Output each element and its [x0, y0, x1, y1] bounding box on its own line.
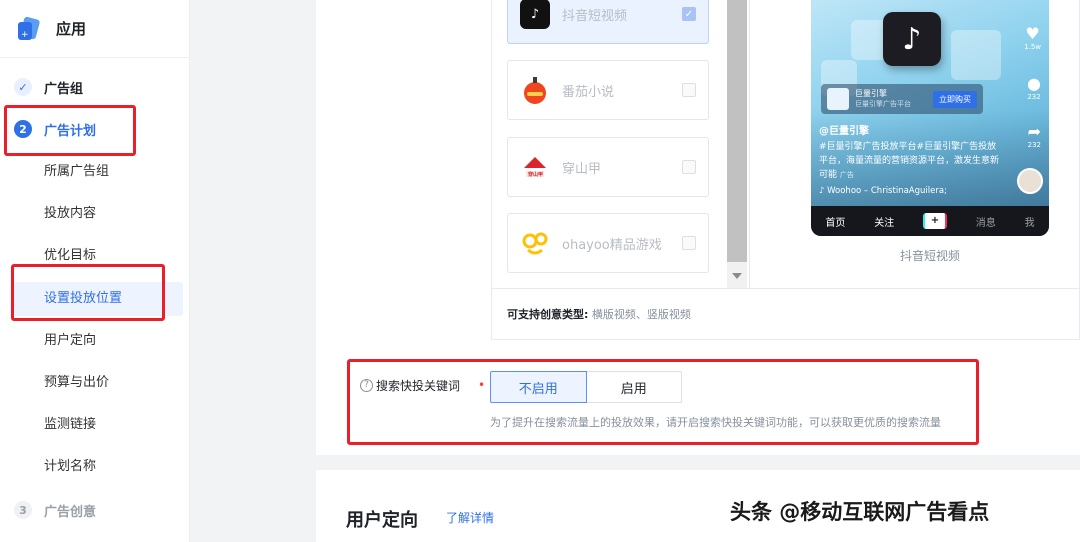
- placement-name: ohayoo精品游戏: [562, 237, 662, 253]
- scroll-thumb[interactable]: [727, 0, 747, 262]
- pangle-icon: 穿山甲: [520, 152, 550, 182]
- decor-cube: [951, 30, 1001, 80]
- substep-content[interactable]: 投放内容: [44, 204, 96, 224]
- placement-checkbox[interactable]: [682, 236, 696, 250]
- placement-name: 穿山甲: [562, 161, 602, 177]
- targeting-title: 用户定向: [346, 510, 418, 531]
- check-icon: ✓: [14, 78, 32, 96]
- substep-ad-group[interactable]: 所属广告组: [44, 162, 109, 182]
- placement-pangle[interactable]: 穿山甲 穿山甲: [507, 137, 709, 197]
- like-icon: ♥ 1.5w: [1024, 24, 1041, 51]
- music-avatar: [1017, 168, 1043, 194]
- placement-checkbox[interactable]: [682, 160, 696, 174]
- learn-more-link[interactable]: 了解详情: [446, 509, 494, 526]
- step-label: 广告创意: [44, 504, 97, 520]
- nav-follow: 关注: [874, 217, 895, 229]
- ohayoo-icon: [520, 228, 550, 258]
- creative-types-label: 可支持创意类型:: [507, 308, 589, 321]
- substep-goal[interactable]: 优化目标: [44, 246, 96, 266]
- app-logo-icon: +: [16, 16, 42, 42]
- substep-budget[interactable]: 预算与出价: [44, 373, 109, 393]
- preview-account: @巨量引擎: [819, 126, 869, 137]
- preview-description: #巨量引擎广告投放平台#巨量引擎广告投放平台，海量流量的营销资源平台，激发生意新…: [819, 142, 1000, 180]
- placement-name: 番茄小说: [562, 84, 615, 100]
- buy-now-button: 立即购买: [933, 90, 977, 108]
- app-header: + 应用: [0, 0, 189, 58]
- step-ad-group[interactable]: ✓ 广告组: [0, 73, 83, 101]
- svg-text:穿山甲: 穿山甲: [528, 171, 543, 178]
- placement-checkbox[interactable]: [682, 83, 696, 97]
- nav-messages: 消息: [975, 217, 996, 229]
- step-ad-creative[interactable]: 3 广告创意: [0, 496, 96, 524]
- substep-targeting[interactable]: 用户定向: [44, 331, 96, 351]
- placement-checkbox[interactable]: ✓: [682, 7, 696, 21]
- preview-music: ♪ Woohoo – ChristinaAguilera;: [819, 186, 947, 196]
- ad-card-icon: [827, 88, 849, 110]
- tiktok-logo-icon: ♪: [883, 12, 941, 66]
- creative-types: 可支持创意类型: 横版视频、竖版视频: [507, 306, 691, 322]
- ad-card: 巨量引擎 巨量引擎广告平台 立即购买: [821, 84, 983, 114]
- divider: [749, 0, 750, 288]
- step-label: 广告组: [44, 81, 84, 97]
- substep-plan-name[interactable]: 计划名称: [44, 457, 96, 477]
- step-number: 3: [14, 501, 32, 519]
- placement-fanqie[interactable]: 番茄小说: [507, 60, 709, 120]
- fanqie-novel-icon: [520, 75, 550, 105]
- substep-tracking[interactable]: 监测链接: [44, 415, 96, 435]
- placement-name: 抖音短视频: [562, 8, 628, 24]
- preview-nav: 首页 关注 + 消息 我: [811, 206, 1049, 236]
- creative-types-value: 横版视频、竖版视频: [591, 308, 691, 321]
- highlight-box: [347, 359, 979, 445]
- comment-icon: ● 232: [1027, 74, 1041, 101]
- nav-me: 我: [1024, 217, 1035, 229]
- divider: [491, 288, 1080, 289]
- nav-plus-icon: +: [922, 213, 947, 229]
- scroll-down-arrow-icon[interactable]: [732, 273, 742, 279]
- nav-home: 首页: [825, 217, 846, 229]
- app-title: 应用: [56, 20, 87, 38]
- watermark: 头条 @移动互联网广告看点: [730, 500, 990, 524]
- ad-card-sub: 巨量引擎广告平台: [855, 100, 911, 108]
- svg-text:+: +: [21, 30, 29, 40]
- share-icon: ➦ 232: [1027, 122, 1041, 149]
- douyin-icon: ♪: [520, 0, 550, 29]
- highlight-box: [11, 264, 165, 321]
- highlight-box: [4, 105, 136, 156]
- preview-caption: 抖音短视频: [899, 249, 960, 263]
- placement-ohayoo[interactable]: ohayoo精品游戏: [507, 213, 709, 273]
- placement-douyin[interactable]: ♪ 抖音短视频 ✓: [507, 0, 709, 44]
- ad-card-name: 巨量引擎: [855, 89, 887, 98]
- list-scrollbar[interactable]: [727, 0, 747, 288]
- ad-preview-phone: ♪ 巨量引擎 巨量引擎广告平台 立即购买 @巨量引擎 #巨量引擎广告投放平台#巨…: [811, 0, 1049, 236]
